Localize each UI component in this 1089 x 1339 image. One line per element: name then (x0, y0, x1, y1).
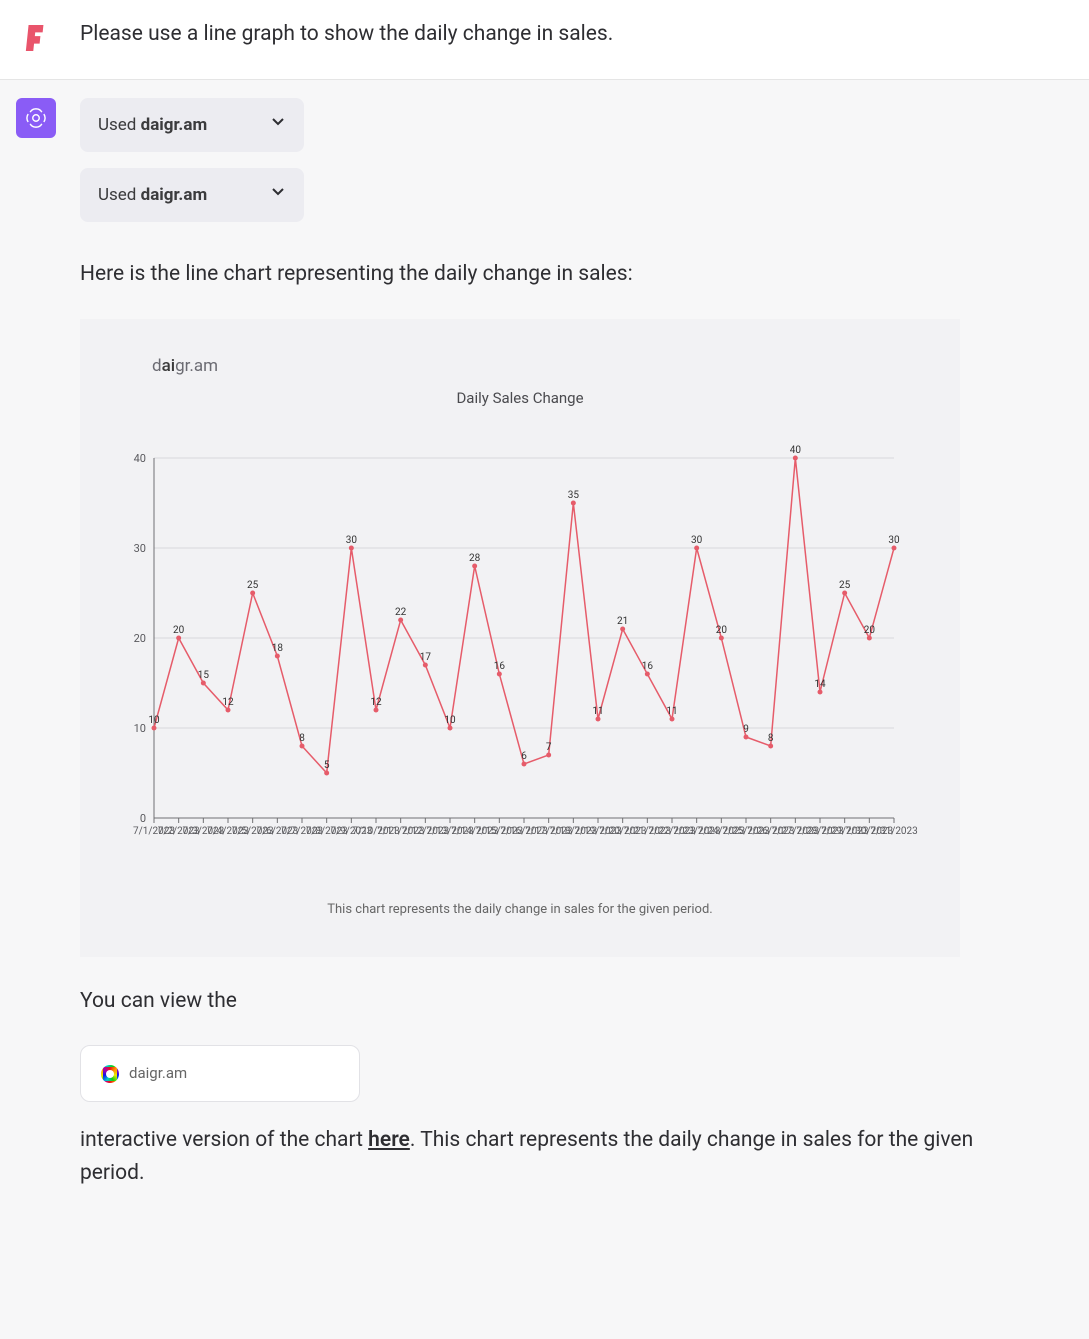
svg-text:11: 11 (592, 706, 603, 717)
svg-text:28: 28 (469, 553, 481, 564)
svg-text:40: 40 (134, 452, 146, 465)
svg-text:7: 7 (546, 742, 552, 753)
tool-chip-label: Used daigr.am (98, 112, 207, 138)
svg-text:30: 30 (888, 535, 900, 546)
svg-text:22: 22 (395, 607, 407, 618)
svg-text:9: 9 (743, 724, 749, 735)
user-avatar (16, 18, 56, 58)
svg-text:10: 10 (148, 715, 160, 726)
svg-text:16: 16 (494, 661, 506, 672)
assistant-message-row: Used daigr.am Used daigr.am Here is the … (0, 79, 1089, 1218)
svg-text:5: 5 (324, 760, 330, 771)
assistant-text-after-2: interactive version of the chart here. T… (80, 1124, 1000, 1189)
here-link[interactable]: here (368, 1128, 410, 1152)
svg-text:25: 25 (247, 580, 259, 591)
svg-text:8: 8 (299, 733, 305, 744)
svg-text:20: 20 (134, 632, 146, 645)
user-logo-icon (23, 25, 49, 51)
svg-text:11: 11 (666, 706, 677, 717)
svg-text:20: 20 (716, 625, 728, 636)
chevron-down-icon (270, 182, 286, 208)
chart-caption: This chart represents the daily change i… (104, 900, 936, 920)
user-message-text: Please use a line graph to show the dail… (80, 18, 1000, 51)
svg-text:12: 12 (370, 697, 382, 708)
svg-text:12: 12 (222, 697, 234, 708)
svg-text:7/31/2023: 7/31/2023 (870, 826, 918, 837)
svg-text:40: 40 (790, 445, 802, 456)
assistant-message-content: Used daigr.am Used daigr.am Here is the … (80, 98, 1000, 1200)
tool-used-chip[interactable]: Used daigr.am (80, 168, 304, 222)
favicon-icon (101, 1065, 119, 1083)
openai-logo-icon (23, 105, 49, 131)
svg-text:20: 20 (173, 625, 185, 636)
svg-text:8: 8 (768, 733, 774, 744)
chart-title: Daily Sales Change (104, 387, 936, 410)
chevron-down-icon (270, 112, 286, 138)
svg-text:15: 15 (198, 670, 210, 681)
chart-container: daigr.am Daily Sales Change 0102030407/1… (80, 319, 960, 957)
svg-text:18: 18 (272, 643, 284, 654)
link-card-label: daigr.am (129, 1062, 187, 1085)
svg-text:17: 17 (420, 652, 432, 663)
svg-text:16: 16 (642, 661, 654, 672)
line-chart: 0102030407/1/20237/2/20237/3/20237/4/202… (104, 428, 924, 858)
svg-text:6: 6 (521, 751, 527, 762)
tool-used-chip[interactable]: Used daigr.am (80, 98, 304, 152)
svg-text:0: 0 (140, 812, 146, 825)
svg-text:21: 21 (617, 616, 628, 627)
chart-brand: daigr.am (152, 353, 936, 379)
svg-text:30: 30 (346, 535, 358, 546)
user-message-content: Please use a line graph to show the dail… (80, 18, 1000, 61)
svg-text:14: 14 (814, 679, 826, 690)
assistant-avatar (16, 98, 56, 138)
svg-text:30: 30 (134, 542, 146, 555)
svg-text:10: 10 (444, 715, 456, 726)
svg-text:25: 25 (839, 580, 851, 591)
svg-text:35: 35 (568, 490, 580, 501)
assistant-intro-text: Here is the line chart representing the … (80, 258, 1000, 291)
link-card[interactable]: daigr.am (80, 1045, 360, 1102)
svg-text:30: 30 (691, 535, 703, 546)
tool-chip-label: Used daigr.am (98, 182, 207, 208)
svg-text:20: 20 (864, 625, 876, 636)
user-message-row: Please use a line graph to show the dail… (0, 0, 1089, 79)
assistant-text-after-1: You can view the (80, 985, 1000, 1018)
svg-text:10: 10 (134, 722, 146, 735)
